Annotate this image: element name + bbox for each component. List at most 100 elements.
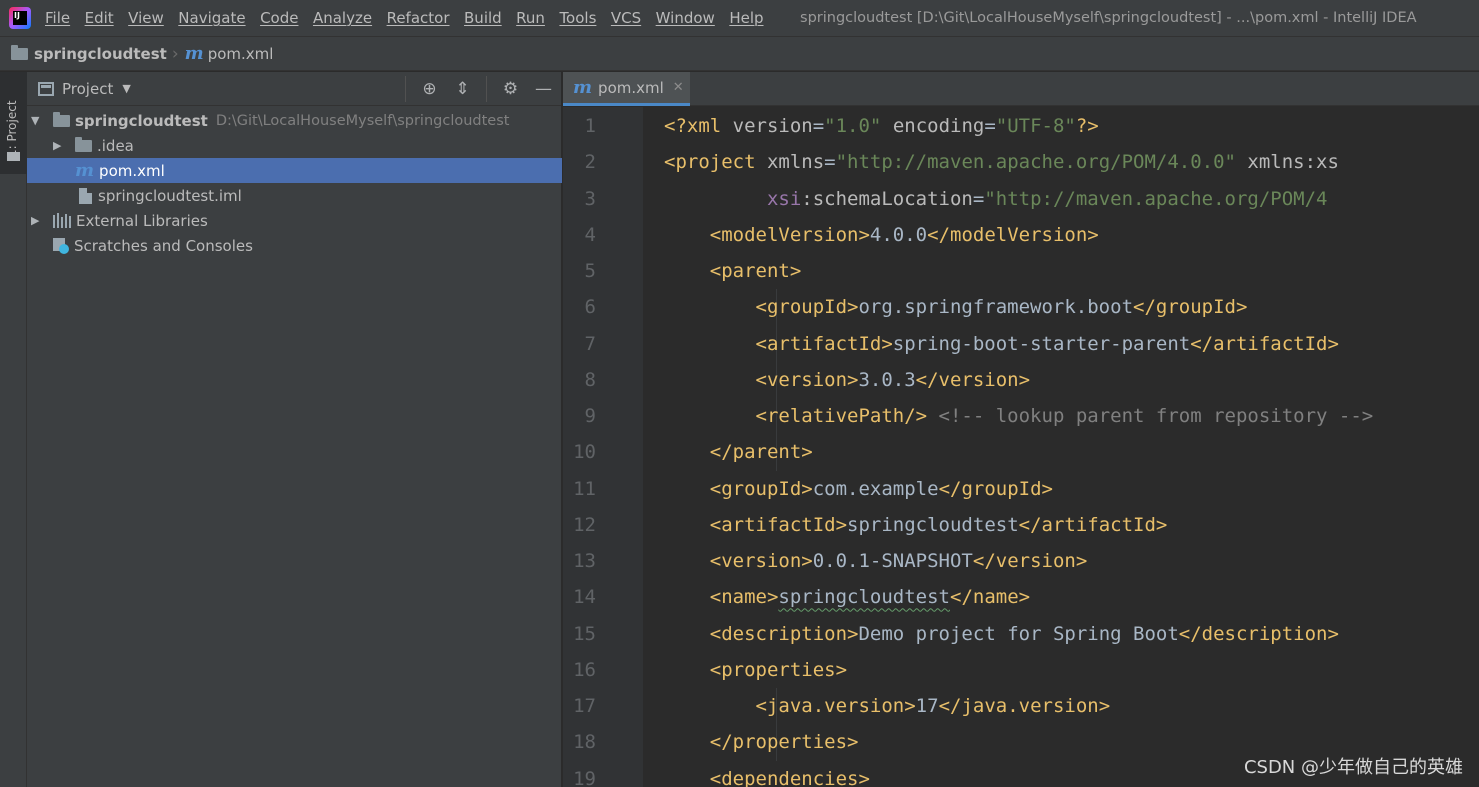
menu-vcs[interactable]: VCS — [611, 9, 641, 27]
code-token: <artifactId> — [709, 513, 848, 536]
code-token: </groupId> — [938, 477, 1053, 500]
code-line: xsi:schemaLocation="http://maven.apache.… — [664, 181, 1328, 217]
menu-tools[interactable]: Tools — [559, 9, 596, 27]
menu-bar: IJ File Edit View Navigate Code Analyze … — [0, 0, 1479, 36]
code-token: </name> — [950, 586, 1031, 609]
code-token: "http://maven.apache.org/POM/4.0.0" — [835, 151, 1236, 174]
tree-item-label: External Libraries — [76, 211, 208, 230]
code-token: <version> — [755, 368, 859, 391]
menu-edit[interactable]: Edit — [85, 9, 114, 27]
breadcrumb-separator-icon: › — [171, 43, 179, 64]
close-icon[interactable]: ✕ — [673, 80, 684, 95]
menu-analyze[interactable]: Analyze — [313, 9, 372, 27]
collapsed-arrow-icon[interactable]: ▶ — [53, 139, 61, 152]
line-number: 15 — [573, 622, 596, 645]
project-tool-tab-label: 1: Project — [5, 100, 19, 157]
navigation-bar: springcloudtest › m pom.xml — [0, 36, 1479, 71]
iml-file-icon — [79, 187, 92, 204]
code-line: </properties> — [664, 724, 859, 760]
menu-help[interactable]: Help — [729, 9, 763, 27]
code-token: "1.0" — [824, 115, 882, 137]
tab-label: pom.xml — [598, 78, 664, 97]
code-token: </artifactId> — [1018, 513, 1168, 536]
line-number: 6 — [584, 296, 596, 319]
toolbar-divider — [405, 76, 406, 102]
line-number: 16 — [573, 658, 596, 681]
menu-build[interactable]: Build — [464, 9, 502, 27]
project-tool-tab[interactable]: 1: Project — [0, 72, 27, 174]
project-panel-title[interactable]: Project — [62, 80, 113, 98]
code-line: <name>springcloudtest</name> — [664, 579, 1030, 615]
line-number: 11 — [573, 477, 596, 500]
intellij-logo-icon[interactable]: IJ — [9, 7, 31, 29]
hide-panel-icon[interactable]: — — [534, 79, 553, 99]
code-token: xsi — [766, 187, 802, 210]
expanded-arrow-icon[interactable]: ▼ — [31, 114, 39, 127]
menu-refactor[interactable]: Refactor — [387, 9, 450, 27]
code-token: <artifactId> — [755, 332, 893, 355]
code-token: 3.0.3 — [858, 368, 916, 391]
code-token: <name> — [709, 586, 779, 609]
code-editor[interactable]: <?xml version="1.0" encoding="UTF-8"?> <p… — [643, 107, 1479, 787]
code-token: Demo project for Spring Boot — [858, 622, 1179, 645]
tree-item-external-libraries[interactable]: ▶ External Libraries — [27, 208, 562, 233]
code-token: <groupId> — [755, 296, 859, 319]
code-line: <artifactId>springcloudtest</artifactId> — [664, 507, 1168, 543]
tree-item-pom-xml[interactable]: m pom.xml — [27, 158, 562, 183]
editor-gutter: 1 2 3 4 5 6 7 8 9 10 11 12 13 14 15 16 17 18 19 — [563, 107, 660, 787]
code-token: springcloudtest — [847, 513, 1019, 536]
breadcrumb-project[interactable]: springcloudtest — [34, 45, 167, 63]
code-token: :schemaLocation — [801, 187, 973, 210]
menu-code[interactable]: Code — [260, 9, 298, 27]
code-token: xmlns — [766, 151, 825, 174]
code-line: <project xmlns="http://maven.apache.org/… — [664, 144, 1339, 180]
menu-file[interactable]: File — [45, 9, 70, 27]
watermark: CSDN @少年做自己的英雄 — [1243, 757, 1463, 778]
locate-file-icon[interactable]: ⊕ — [420, 79, 439, 99]
code-line: <parent> — [664, 253, 802, 289]
collapse-all-icon[interactable]: ⇕ — [453, 79, 472, 99]
tree-item-label: Scratches and Consoles — [74, 236, 253, 255]
collapsed-arrow-icon[interactable]: ▶ — [31, 214, 39, 227]
tree-item-label: springcloudtest — [75, 111, 208, 130]
code-token: spring-boot-starter-parent — [892, 332, 1191, 355]
menu-run[interactable]: Run — [516, 9, 545, 27]
code-token: </parent> — [709, 441, 813, 464]
line-number: 12 — [573, 513, 596, 536]
line-number: 10 — [573, 441, 596, 464]
project-view-icon — [38, 81, 54, 96]
menu-view[interactable]: View — [128, 9, 164, 27]
menu-window[interactable]: Window — [656, 9, 715, 27]
tree-item-springcloudtest[interactable]: ▼ springcloudtest D:\Git\LocalHouseMysel… — [27, 108, 562, 133]
tree-item-label: springcloudtest.iml — [98, 186, 242, 205]
tab-pom-xml[interactable]: m pom.xml ✕ — [563, 72, 690, 106]
tree-item-label: .idea — [97, 136, 134, 155]
line-number: 19 — [573, 767, 596, 787]
code-token: xmlns:xs — [1235, 151, 1339, 174]
line-number: 4 — [584, 223, 596, 246]
code-token: </groupId> — [1133, 296, 1248, 319]
breadcrumb-file[interactable]: pom.xml — [208, 45, 274, 63]
tree-item-idea[interactable]: ▶ .idea — [27, 133, 562, 158]
tree-item-iml[interactable]: springcloudtest.iml — [27, 183, 562, 208]
line-number: 9 — [584, 405, 596, 427]
tree-item-scratches[interactable]: Scratches and Consoles — [27, 233, 562, 258]
menu-navigate[interactable]: Navigate — [178, 9, 245, 27]
code-token: </java.version> — [938, 695, 1111, 717]
code-line: <groupId>com.example</groupId> — [664, 471, 1053, 507]
code-line: <relativePath/> <!-- lookup parent from … — [664, 398, 1374, 434]
code-line: </parent> — [664, 434, 813, 470]
code-token: <?xml — [664, 115, 733, 137]
line-number: 2 — [584, 151, 596, 174]
code-line: <groupId>org.springframework.boot</group… — [664, 289, 1248, 325]
code-token: org.springframework.boot — [858, 296, 1134, 319]
chevron-down-icon[interactable]: ▼ — [122, 82, 130, 95]
gear-icon[interactable]: ⚙ — [501, 79, 520, 99]
